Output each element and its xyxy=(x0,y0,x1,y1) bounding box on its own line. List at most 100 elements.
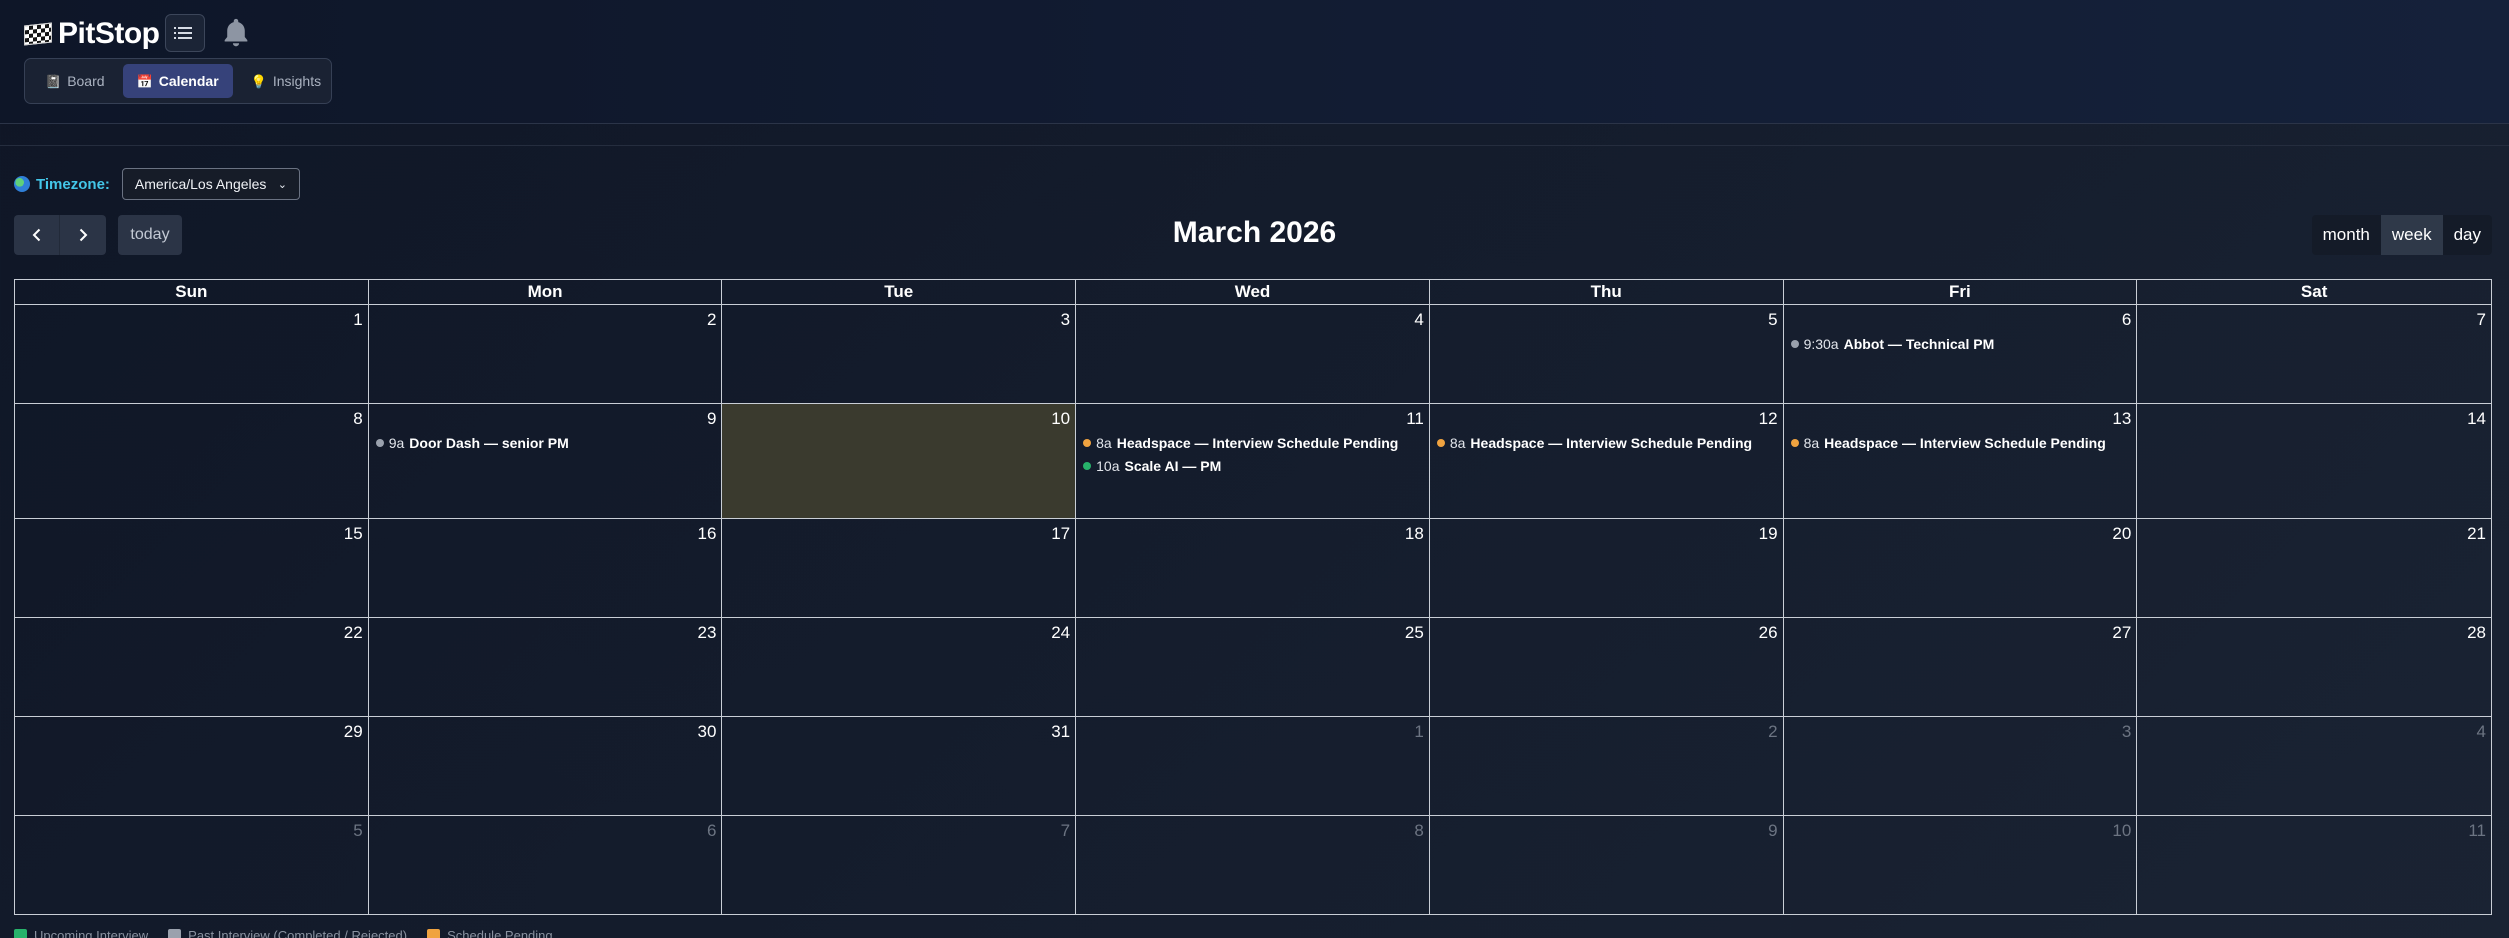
day-cell-today[interactable]: 10 xyxy=(722,404,1077,518)
bell-icon[interactable] xyxy=(219,14,253,52)
day-cell[interactable]: 28 xyxy=(2137,618,2491,716)
day-number[interactable]: 11 xyxy=(1080,408,1425,430)
day-number[interactable]: 14 xyxy=(2141,408,2487,430)
brand-logo[interactable]: PitStop xyxy=(24,14,160,54)
view-month-button[interactable]: month xyxy=(2311,215,2381,255)
day-number[interactable]: 31 xyxy=(726,721,1071,743)
day-cell[interactable]: 9 9a Door Dash — senior PM xyxy=(369,404,723,518)
day-cell[interactable]: 15 xyxy=(15,519,369,617)
day-cell[interactable]: 23 xyxy=(369,618,723,716)
day-cell[interactable]: 12 8a Headspace — Interview Schedule Pendi… xyxy=(1430,404,1784,518)
day-cell[interactable]: 25 xyxy=(1076,618,1430,716)
day-cell[interactable]: 30 xyxy=(369,717,723,815)
day-cell[interactable]: 8 xyxy=(15,404,369,518)
day-number[interactable]: 20 xyxy=(1788,523,2133,545)
day-cell[interactable]: 10 xyxy=(1784,816,2138,914)
menu-toggle-button[interactable] xyxy=(165,14,205,52)
day-number[interactable]: 22 xyxy=(19,622,364,644)
day-number[interactable]: 8 xyxy=(19,408,364,430)
day-number[interactable]: 21 xyxy=(2141,523,2487,545)
view-week-button[interactable]: week xyxy=(2380,215,2443,255)
day-number[interactable]: 17 xyxy=(726,523,1071,545)
day-number[interactable]: 2 xyxy=(373,309,718,331)
day-number[interactable]: 5 xyxy=(1434,309,1779,331)
day-cell[interactable]: 29 xyxy=(15,717,369,815)
day-number[interactable]: 12 xyxy=(1434,408,1779,430)
timezone-select[interactable]: America/Los Angeles ⌄ xyxy=(121,168,300,200)
day-number[interactable]: 7 xyxy=(2141,309,2487,331)
calendar-event[interactable]: 8a Headspace — Interview Schedule Pending xyxy=(1434,432,1779,453)
day-cell[interactable]: 16 xyxy=(369,519,723,617)
day-cell[interactable]: 2 xyxy=(369,305,723,403)
day-cell[interactable]: 31 xyxy=(722,717,1077,815)
day-number[interactable]: 25 xyxy=(1080,622,1425,644)
nav-tab-calendar[interactable]: 📅 Calendar xyxy=(122,64,233,98)
day-cell[interactable]: 11 xyxy=(2137,816,2491,914)
day-number[interactable]: 19 xyxy=(1434,523,1779,545)
day-number[interactable]: 28 xyxy=(2141,622,2487,644)
day-cell[interactable]: 9 xyxy=(1430,816,1784,914)
day-number[interactable]: 6 xyxy=(373,820,718,842)
day-cell[interactable]: 7 xyxy=(2137,305,2491,403)
day-cell[interactable]: 24 xyxy=(722,618,1077,716)
day-cell[interactable]: 6 9:30a Abbot — Technical PM xyxy=(1784,305,2138,403)
day-number[interactable]: 13 xyxy=(1788,408,2133,430)
calendar-event[interactable]: 8a Headspace — Interview Schedule Pending xyxy=(1788,432,2133,453)
day-number[interactable]: 1 xyxy=(1080,721,1425,743)
day-cell[interactable]: 11 8a Headspace — Interview Schedule Pendi… xyxy=(1076,404,1430,518)
day-number[interactable]: 9 xyxy=(1434,820,1779,842)
day-cell[interactable]: 3 xyxy=(722,305,1077,403)
day-number[interactable]: 10 xyxy=(1788,820,2133,842)
day-number[interactable]: 18 xyxy=(1080,523,1425,545)
day-cell[interactable]: 4 xyxy=(1076,305,1430,403)
today-button[interactable]: today xyxy=(118,215,182,255)
next-button[interactable] xyxy=(60,215,106,255)
calendar-event[interactable]: 8a Headspace — Interview Schedule Pending xyxy=(1080,432,1425,453)
day-number[interactable]: 15 xyxy=(19,523,364,545)
day-cell[interactable]: 6 xyxy=(369,816,723,914)
calendar-event[interactable]: 10a Scale AI — PM xyxy=(1080,455,1425,476)
day-number[interactable]: 4 xyxy=(1080,309,1425,331)
day-number[interactable]: 6 xyxy=(1788,309,2133,331)
day-number[interactable]: 8 xyxy=(1080,820,1425,842)
day-number[interactable]: 24 xyxy=(726,622,1071,644)
day-cell[interactable]: 5 xyxy=(1430,305,1784,403)
day-number[interactable]: 7 xyxy=(726,820,1071,842)
day-number[interactable]: 1 xyxy=(19,309,364,331)
calendar-event[interactable]: 9:30a Abbot — Technical PM xyxy=(1788,333,2133,354)
day-cell[interactable]: 20 xyxy=(1784,519,2138,617)
day-number[interactable]: 10 xyxy=(726,408,1071,430)
day-number[interactable]: 4 xyxy=(2141,721,2487,743)
day-cell[interactable]: 1 xyxy=(1076,717,1430,815)
day-cell[interactable]: 1 xyxy=(15,305,369,403)
day-cell[interactable]: 2 xyxy=(1430,717,1784,815)
calendar-event[interactable]: 9a Door Dash — senior PM xyxy=(373,432,718,453)
day-number[interactable]: 27 xyxy=(1788,622,2133,644)
day-cell[interactable]: 14 xyxy=(2137,404,2491,518)
day-number[interactable]: 9 xyxy=(373,408,718,430)
day-number[interactable]: 3 xyxy=(726,309,1071,331)
view-day-button[interactable]: day xyxy=(2442,215,2492,255)
day-number[interactable]: 5 xyxy=(19,820,364,842)
day-number[interactable]: 30 xyxy=(373,721,718,743)
day-cell[interactable]: 27 xyxy=(1784,618,2138,716)
day-cell[interactable]: 8 xyxy=(1076,816,1430,914)
day-number[interactable]: 23 xyxy=(373,622,718,644)
day-cell[interactable]: 22 xyxy=(15,618,369,716)
day-number[interactable]: 11 xyxy=(2141,820,2487,842)
nav-tab-board[interactable]: 📓 Board xyxy=(31,64,119,98)
day-cell[interactable]: 7 xyxy=(722,816,1077,914)
prev-button[interactable] xyxy=(14,215,60,255)
day-cell[interactable]: 5 xyxy=(15,816,369,914)
day-cell[interactable]: 4 xyxy=(2137,717,2491,815)
day-number[interactable]: 2 xyxy=(1434,721,1779,743)
nav-tab-insights[interactable]: 💡 Insights xyxy=(237,64,335,98)
day-cell[interactable]: 18 xyxy=(1076,519,1430,617)
day-number[interactable]: 26 xyxy=(1434,622,1779,644)
day-cell[interactable]: 21 xyxy=(2137,519,2491,617)
day-cell[interactable]: 17 xyxy=(722,519,1077,617)
day-number[interactable]: 29 xyxy=(19,721,364,743)
day-cell[interactable]: 3 xyxy=(1784,717,2138,815)
day-cell[interactable]: 13 8a Headspace — Interview Schedule Pendi… xyxy=(1784,404,2138,518)
day-number[interactable]: 16 xyxy=(373,523,718,545)
